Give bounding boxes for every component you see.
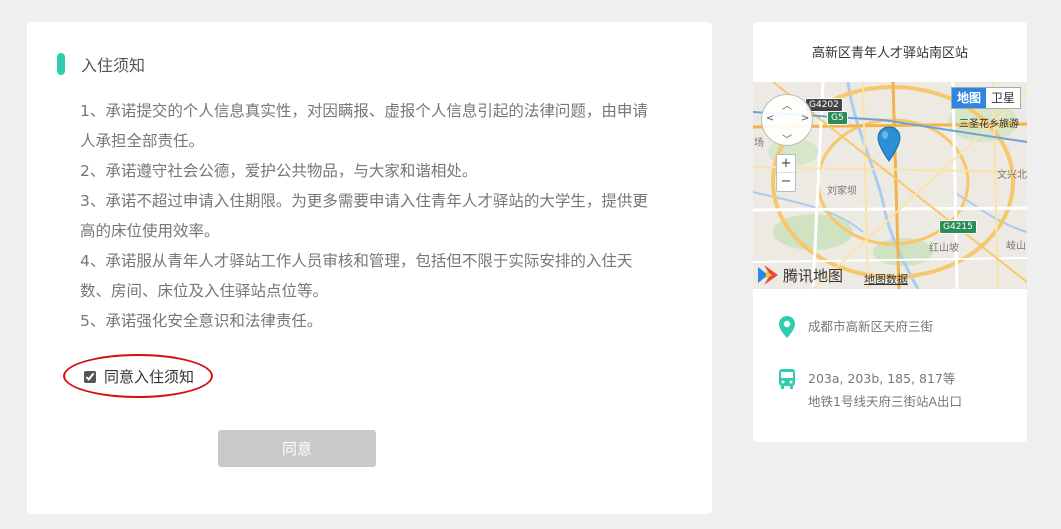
rule-item: 2、承诺遵守社会公德，爱护公共物品，与大家和谐相处。 [80, 162, 478, 180]
title-accent-bar [57, 53, 65, 75]
map-label-qishan: 岐山 [1006, 241, 1026, 252]
pan-right-icon[interactable]: > [801, 113, 809, 124]
notice-card: 入住须知 1、承诺提交的个人信息真实性，对因瞒报、虚报个人信息引起的法律问题，由… [27, 22, 712, 514]
map-data-link[interactable]: 地图数据 [864, 271, 908, 287]
map-type-map-button[interactable]: 地图 [951, 88, 986, 108]
location-icon [779, 316, 795, 338]
location-pin-icon[interactable] [877, 126, 901, 162]
map-label-wenxing: 文兴北 [997, 170, 1027, 181]
map-label-liujiaba: 刘家坝 [827, 186, 857, 197]
station-card: 高新区青年人才驿站南区站 G4202 G5 G4215 三圣花乡旅游 刘家坝 红… [753, 22, 1027, 442]
agree-checkbox-label[interactable]: 同意入住须知 [104, 366, 194, 387]
notice-header: 入住须知 [57, 52, 145, 76]
map-label-edge: 场 [754, 138, 764, 149]
highway-badge-g4215: G4215 [939, 220, 977, 234]
zoom-in-button[interactable]: + [777, 155, 795, 173]
rule-item: 5、承诺强化安全意识和法律责任。 [80, 312, 323, 330]
station-map[interactable]: G4202 G5 G4215 三圣花乡旅游 刘家坝 红山坡 文兴北 岐山 场 ︿… [753, 82, 1027, 289]
rule-item: 1、承诺提交的个人信息真实性，对因瞒报、虚报个人信息引起的法律问题，由申请人承担… [80, 102, 648, 150]
transport-row: 203a, 203b, 185, 817等 地铁1号线天府三街站A出口 [777, 367, 962, 413]
map-logo-text: 腾讯地图 [783, 266, 844, 285]
rule-item: 4、承诺服从青年人才驿站工作人员审核和管理，包括但不限于实际安排的入住天数、房间… [80, 252, 633, 300]
tencent-map-logo: 腾讯地图 [756, 263, 843, 287]
map-label-sanshenghua: 三圣花乡旅游 [959, 119, 1019, 130]
zoom-out-button[interactable]: − [777, 173, 795, 191]
pan-up-icon[interactable]: ︿ [782, 97, 792, 112]
tencent-map-logo-icon [758, 265, 778, 285]
rules-list: 1、承诺提交的个人信息真实性，对因瞒报、虚报个人信息引起的法律问题，由申请人承担… [80, 96, 660, 336]
agree-row[interactable]: 同意入住须知 [84, 366, 194, 387]
notice-title: 入住须知 [81, 56, 146, 75]
station-address: 成都市高新区天府三街 [808, 319, 934, 334]
agree-button[interactable]: 同意 [218, 430, 376, 467]
address-row: 成都市高新区天府三街 [777, 315, 933, 339]
map-label-hongshanpo: 红山坡 [929, 243, 959, 254]
map-type-switch[interactable]: 地图 卫星 [950, 87, 1021, 109]
map-type-satellite-button[interactable]: 卫星 [986, 88, 1020, 108]
pan-left-icon[interactable]: < [766, 113, 774, 124]
bus-icon [779, 369, 795, 389]
map-zoom-control[interactable]: + − [776, 154, 796, 192]
bus-lines: 203a, 203b, 185, 817等 [808, 371, 956, 386]
station-name: 高新区青年人才驿站南区站 [811, 46, 968, 61]
map-pan-control[interactable]: ︿ ﹀ < > [761, 94, 813, 146]
highway-badge-g5: G5 [827, 111, 848, 125]
agree-checkbox[interactable] [84, 370, 96, 383]
pan-down-icon[interactable]: ﹀ [782, 131, 792, 146]
metro-exit: 地铁1号线天府三街站A出口 [808, 394, 963, 409]
rule-item: 3、承诺不超过申请入住期限。为更多需要申请入住青年人才驿站的大学生，提供更高的床… [80, 192, 648, 240]
